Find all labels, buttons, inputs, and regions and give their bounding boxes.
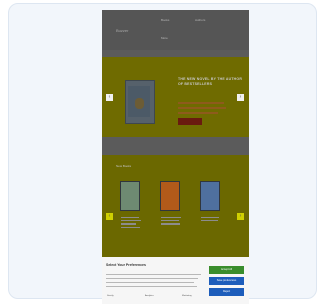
hero-book-cover[interactable]	[125, 80, 155, 124]
cookie-toggle-marketing[interactable]: Marketing	[182, 295, 192, 297]
book-cover-2[interactable]	[160, 181, 180, 211]
book-meta-1	[121, 217, 145, 230]
nav-link-authors[interactable]: Authors	[195, 18, 205, 22]
hero-banner: ‹ THE NEW NOVEL BY THE AUTHOR OF BESTSEL…	[102, 57, 249, 137]
cookie-toggle-strictly[interactable]: Strictly	[107, 295, 114, 297]
hero-text-line	[178, 102, 224, 104]
cookie-text-line	[106, 282, 194, 283]
book-cover-3[interactable]	[200, 181, 220, 211]
hero-next-arrow-icon[interactable]: ›	[237, 94, 244, 101]
nav-link-books[interactable]: Books	[161, 18, 169, 22]
nav-link-more[interactable]: More	[161, 36, 168, 40]
cookie-toggle-analytics[interactable]: Analytics	[145, 295, 154, 297]
cookie-text-line	[106, 278, 198, 279]
book-meta-2	[161, 217, 185, 227]
hero-title: THE NEW NOVEL BY THE AUTHOR OF BESTSELLE…	[178, 77, 243, 86]
site-header: Buzzer Books Authors More	[102, 10, 249, 50]
hero-text-line	[178, 107, 226, 109]
cookie-reject-button[interactable]: Reject	[209, 288, 244, 296]
books-next-arrow-icon[interactable]: ›	[237, 213, 244, 220]
hero-text-line	[178, 112, 218, 114]
cookie-text-line	[106, 286, 197, 287]
cookie-save-button[interactable]: Save preferences	[209, 277, 244, 285]
book-cover-1[interactable]	[120, 181, 140, 211]
cookie-text-line	[106, 274, 201, 275]
hero-buy-button[interactable]	[178, 118, 202, 125]
cookie-consent-banner: Select Your Preferences Accept All Save …	[102, 257, 249, 304]
website-preview: Buzzer Books Authors More ‹ THE NEW NOVE…	[102, 10, 249, 304]
page-container: Buzzer Books Authors More ‹ THE NEW NOVE…	[8, 3, 317, 304]
books-prev-arrow-icon[interactable]: ‹	[106, 213, 113, 220]
cookie-title: Select Your Preferences	[106, 263, 146, 267]
cookie-accept-all-button[interactable]: Accept All	[209, 266, 244, 274]
hero-prev-arrow-icon[interactable]: ‹	[106, 94, 113, 101]
books-section-title: New Books	[116, 164, 132, 168]
book-meta-3	[201, 217, 225, 223]
books-section: New Books ‹ ›	[102, 155, 249, 270]
site-logo[interactable]: Buzzer	[116, 28, 128, 33]
